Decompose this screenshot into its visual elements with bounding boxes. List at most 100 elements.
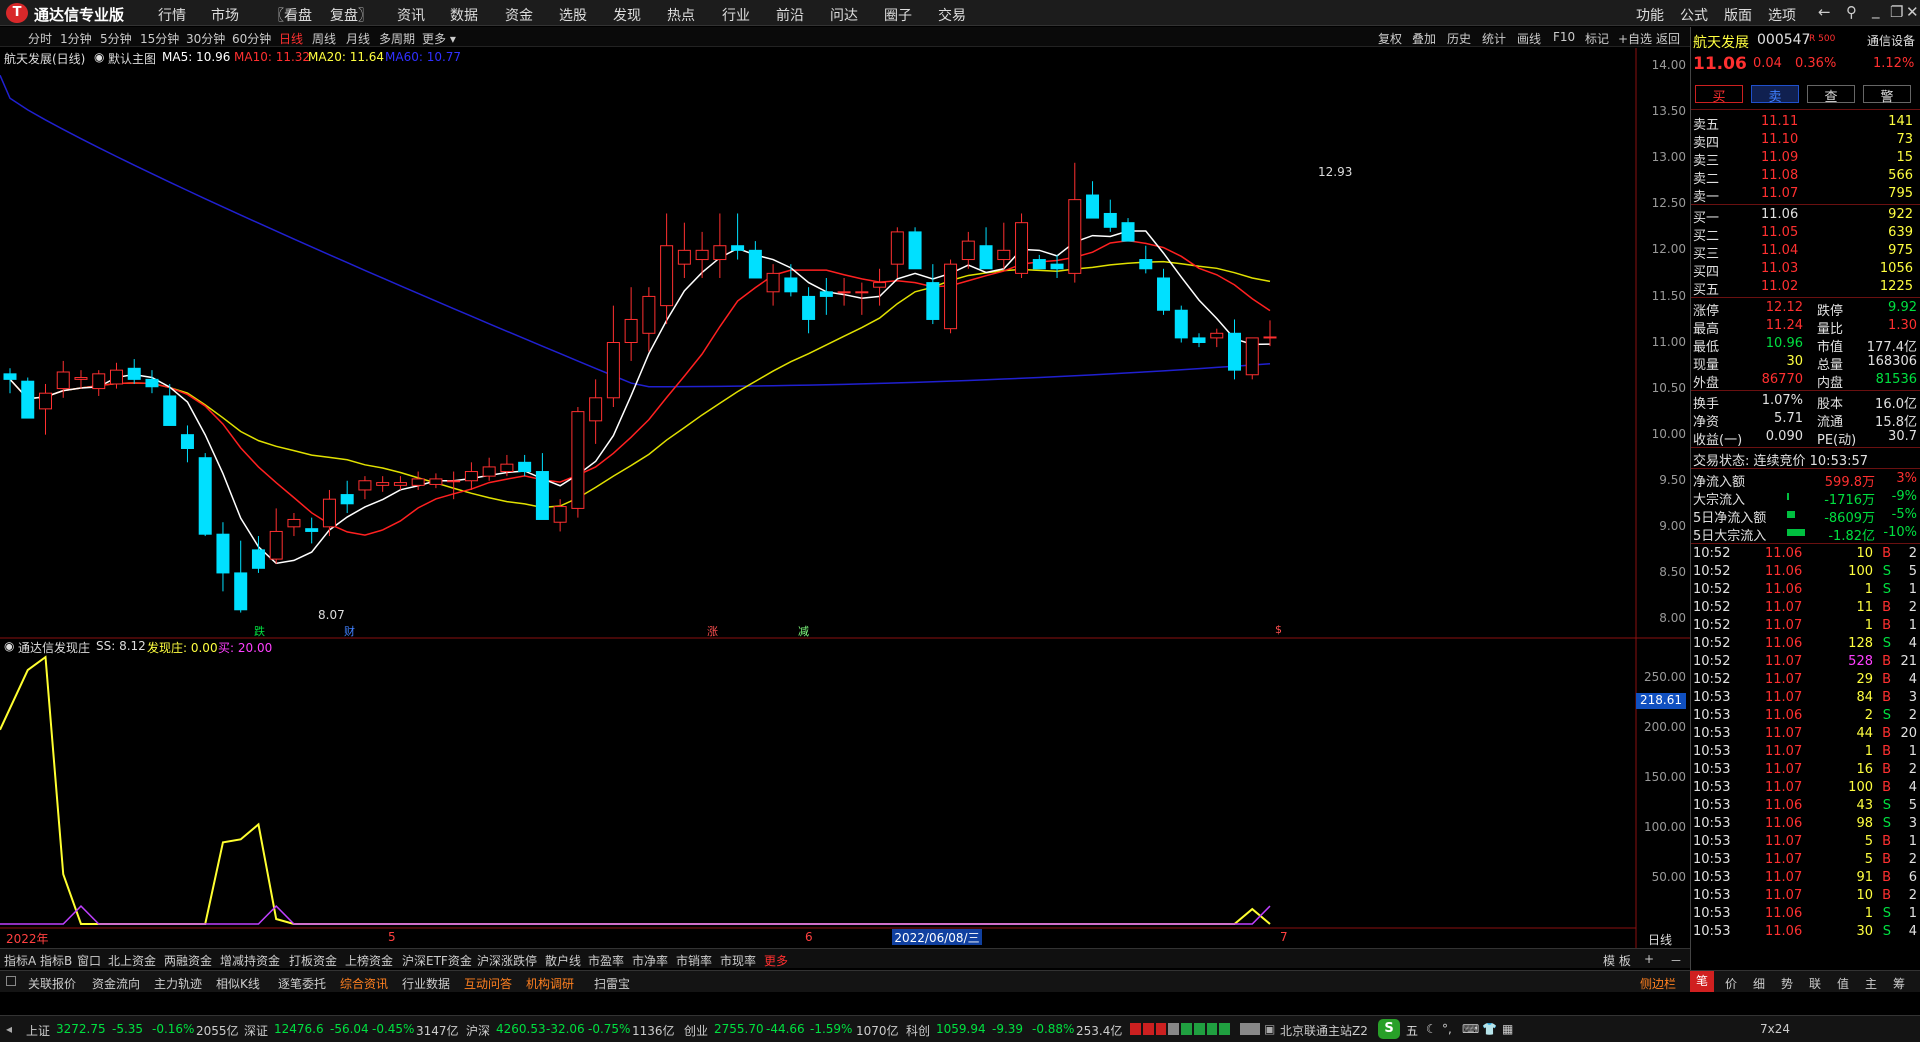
- news-clock[interactable]: 7x24: [1760, 1022, 1790, 1036]
- sell-button[interactable]: 卖: [1751, 85, 1799, 105]
- tab-chuangkou[interactable]: 窗口: [77, 952, 101, 969]
- ime-logo-icon[interactable]: S: [1378, 1019, 1400, 1039]
- index-cy-name[interactable]: 创业: [684, 1022, 708, 1039]
- ime-mode[interactable]: 五: [1406, 1022, 1418, 1039]
- marker-cai[interactable]: 财: [344, 623, 355, 639]
- menu-item-faxian[interactable]: 发现: [613, 5, 641, 25]
- tab-liangrong[interactable]: 两融资金: [164, 952, 212, 969]
- tool-lishi[interactable]: 历史: [1447, 30, 1471, 47]
- tab-hangyeshuju[interactable]: 行业数据: [402, 975, 450, 992]
- menu-item-hangqing[interactable]: 行情: [158, 5, 186, 25]
- back-icon[interactable]: ←: [1818, 3, 1831, 21]
- menu-item-shuju[interactable]: 数据: [450, 5, 478, 25]
- tab-zhubi[interactable]: 逐笔委托: [278, 975, 326, 992]
- tab-zhi[interactable]: 值: [1837, 975, 1849, 992]
- indicator-icon[interactable]: ◉: [4, 639, 14, 653]
- tool-biaoji[interactable]: 标记: [1585, 30, 1609, 47]
- tab-bi[interactable]: 笔: [1690, 971, 1714, 992]
- tool-fuquan[interactable]: 复权: [1378, 30, 1402, 47]
- menu-item-qianyan[interactable]: 前沿: [776, 5, 804, 25]
- menu-item-jiaoyi[interactable]: 交易: [938, 5, 966, 25]
- tool-huaxian[interactable]: 画线: [1517, 30, 1541, 47]
- period-30min[interactable]: 30分钟: [186, 30, 225, 47]
- grid-icon[interactable]: ▦: [1502, 1022, 1513, 1036]
- tab-zengjianchi[interactable]: 增减持资金: [220, 952, 280, 969]
- period-monthly[interactable]: 月线: [346, 30, 370, 47]
- restore-icon[interactable]: ❐: [1890, 3, 1903, 21]
- period-daily[interactable]: 日线: [279, 30, 303, 47]
- menu-item-banmian[interactable]: 版面: [1724, 5, 1752, 25]
- tab-shixianlv[interactable]: 市现率: [720, 952, 756, 969]
- minimize-icon[interactable]: _: [1872, 1, 1880, 19]
- marker-die[interactable]: 跌: [254, 623, 265, 639]
- panel-toggle-icon[interactable]: [6, 976, 16, 986]
- menu-item-zixun[interactable]: 资讯: [397, 5, 425, 25]
- sector-label[interactable]: 通信设备: [1867, 32, 1915, 49]
- buy-button[interactable]: 买: [1695, 85, 1743, 105]
- index-kc-name[interactable]: 科创: [906, 1022, 930, 1039]
- period-multi[interactable]: 多周期: [379, 30, 415, 47]
- tool-f10[interactable]: F10: [1553, 30, 1575, 44]
- menu-item-gongshi[interactable]: 公式: [1680, 5, 1708, 25]
- menu-item-fupan[interactable]: 复盘〗: [330, 5, 372, 25]
- tab-beishang[interactable]: 北上资金: [108, 952, 156, 969]
- tab-zhibiao-a[interactable]: 指标A: [4, 952, 36, 969]
- period-more[interactable]: 更多 ▾: [422, 30, 456, 47]
- marker-dollar[interactable]: $: [1275, 623, 1282, 636]
- menu-item-hangye[interactable]: 行业: [722, 5, 750, 25]
- tab-hudong[interactable]: 互动问答: [464, 975, 512, 992]
- add-window-button[interactable]: +: [1644, 952, 1654, 966]
- tab-more[interactable]: 更多: [764, 952, 788, 969]
- indicator-name[interactable]: 通达信发现庄: [18, 639, 90, 656]
- tab-lian[interactable]: 联: [1809, 975, 1821, 992]
- tab-zhu[interactable]: 主: [1865, 975, 1877, 992]
- menu-item-wenda[interactable]: 问达: [830, 5, 858, 25]
- tab-zonghe[interactable]: 综合资讯: [340, 975, 388, 992]
- tool-diejia[interactable]: 叠加: [1412, 30, 1436, 47]
- tab-xi[interactable]: 细: [1753, 975, 1765, 992]
- alert-button[interactable]: 警: [1863, 85, 1911, 105]
- tab-etf[interactable]: 沪深ETF资金: [402, 952, 472, 969]
- tab-sanhu[interactable]: 散户线: [545, 952, 581, 969]
- tool-fanhui[interactable]: 返回: [1656, 30, 1680, 47]
- tab-zhuli[interactable]: 主力轨迹: [154, 975, 202, 992]
- tab-shijinglv[interactable]: 市净率: [632, 952, 668, 969]
- tab-shixiaolv[interactable]: 市销率: [676, 952, 712, 969]
- period-15min[interactable]: 15分钟: [140, 30, 179, 47]
- period-60min[interactable]: 60分钟: [232, 30, 271, 47]
- period-1min[interactable]: 1分钟: [60, 30, 92, 47]
- menu-item-shichang[interactable]: 市场: [211, 5, 239, 25]
- tab-chou[interactable]: 筹: [1893, 975, 1905, 992]
- period-fenshi[interactable]: 分时: [28, 30, 52, 47]
- tool-zixuan[interactable]: +自选: [1618, 30, 1652, 47]
- tab-zijinliuxiang[interactable]: 资金流向: [92, 975, 140, 992]
- menu-item-gongneng[interactable]: 功能: [1636, 5, 1664, 25]
- keyboard-icon[interactable]: ⌨: [1462, 1022, 1479, 1036]
- tab-zhibiao-b[interactable]: 指标B: [40, 952, 72, 969]
- menu-item-zijin[interactable]: 资金: [505, 5, 533, 25]
- menu-item-redian[interactable]: 热点: [667, 5, 695, 25]
- remove-window-button[interactable]: －: [1670, 952, 1682, 969]
- punct-icon[interactable]: °,: [1442, 1022, 1452, 1036]
- tab-xiangsi[interactable]: 相似K线: [216, 975, 260, 992]
- index-sh-name[interactable]: 上证: [26, 1022, 50, 1039]
- search-icon[interactable]: ⚲: [1846, 3, 1857, 21]
- template-button[interactable]: 模 板: [1603, 952, 1631, 969]
- menu-item-xuanxiang[interactable]: 选项: [1768, 5, 1796, 25]
- menu-item-quanzi[interactable]: 圈子: [884, 5, 912, 25]
- shirt-icon[interactable]: 👕: [1482, 1022, 1497, 1036]
- index-hs-name[interactable]: 沪深: [466, 1022, 490, 1039]
- menu-item-xuangu[interactable]: 选股: [559, 5, 587, 25]
- sidebar-toggle[interactable]: 侧边栏: [1640, 975, 1676, 992]
- server-label[interactable]: 北京联通主站Z2: [1280, 1022, 1368, 1039]
- marker-jian[interactable]: 减: [798, 623, 809, 639]
- tab-jigou[interactable]: 机构调研: [526, 975, 574, 992]
- moon-icon[interactable]: ☾: [1426, 1022, 1437, 1036]
- query-button[interactable]: 查: [1807, 85, 1855, 105]
- tool-tongji[interactable]: 统计: [1482, 30, 1506, 47]
- tab-guanlian[interactable]: 关联报价: [28, 975, 76, 992]
- tab-jia[interactable]: 价: [1725, 975, 1737, 992]
- tab-saolei[interactable]: 扫雷宝: [594, 975, 630, 992]
- marker-zhang[interactable]: 涨: [707, 623, 718, 639]
- kline-chart[interactable]: [0, 48, 1690, 948]
